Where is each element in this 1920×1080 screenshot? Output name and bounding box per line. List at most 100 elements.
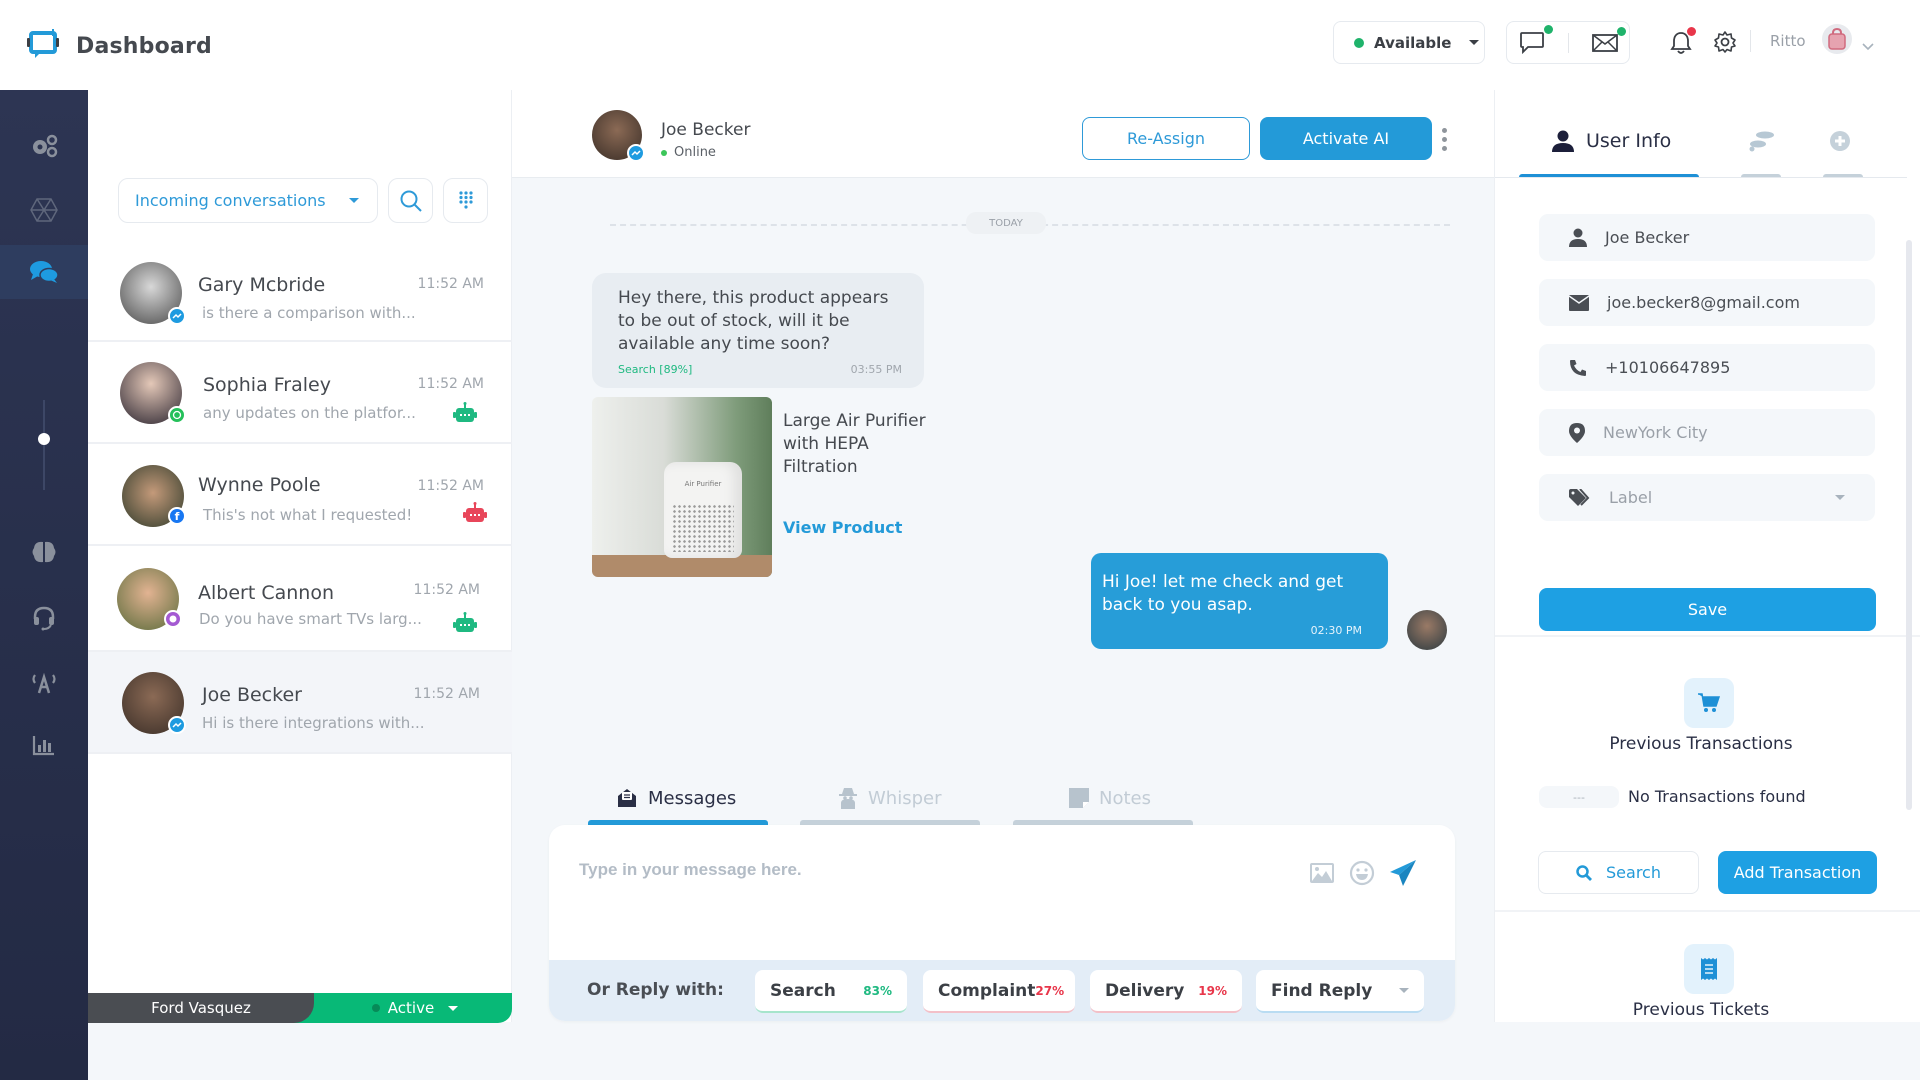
tags-icon (1569, 488, 1590, 506)
nav-slider-track[interactable] (43, 400, 45, 490)
cart-icon-badge (1684, 678, 1734, 728)
nav-item-conversations[interactable] (0, 245, 88, 299)
activate-ai-button[interactable]: Activate AI (1260, 117, 1432, 160)
inbox-icons-group (1506, 21, 1630, 64)
more-options-icon[interactable] (1442, 128, 1447, 151)
chat-button[interactable] (1519, 24, 1553, 55)
tab-whisper[interactable]: Whisper (838, 784, 942, 812)
conversation-time: 11:52 AM (413, 582, 480, 598)
bot-active-icon (452, 402, 478, 428)
conversation-item[interactable]: Sophia Fraley 11:52 AM any updates on th… (88, 342, 512, 444)
caret-down-icon (1469, 40, 1480, 45)
conversation-item[interactable]: Gary Mcbride 11:52 AM is there a compari… (88, 240, 512, 342)
conversation-item[interactable]: Joe Becker 11:52 AM Hi is there integrat… (88, 652, 512, 754)
label-dropdown[interactable]: Label (1539, 474, 1875, 521)
bot-active-icon (452, 612, 478, 638)
add-transaction-button[interactable]: Add Transaction (1718, 851, 1877, 894)
message-time: 03:55 PM (850, 363, 902, 376)
mail-badge (1616, 26, 1626, 36)
conversation-preview: This's not what I requested! (203, 506, 413, 524)
tab-label: Notes (1099, 787, 1151, 809)
messenger-icon (627, 144, 645, 162)
gear-icon (1714, 31, 1736, 53)
user-info-scrollbar[interactable] (1906, 240, 1912, 810)
tab-notes[interactable]: Notes (1069, 784, 1151, 812)
emoji-button[interactable] (1349, 860, 1375, 890)
conversation-filter-dropdown[interactable]: Incoming conversations (118, 178, 378, 223)
notifications-button[interactable] (1670, 27, 1696, 56)
brand[interactable]: Dashboard (26, 28, 212, 64)
agent-avatar (1407, 610, 1447, 650)
shopping-cart-icon (1698, 693, 1720, 712)
settings-button[interactable] (1713, 30, 1737, 54)
nav-item-broadcast[interactable] (0, 654, 88, 710)
caret-down-icon (448, 1005, 459, 1011)
contact-name: Albert Cannon (198, 582, 334, 604)
agent-status-bar: Ford Vasquez Active (88, 993, 512, 1023)
mail-icon (1591, 33, 1618, 52)
conversation-item[interactable]: f Wynne Poole 11:52 AM This's not what I… (88, 444, 512, 546)
facebook-icon: f (168, 507, 186, 525)
user-name[interactable]: Ritto (1770, 32, 1806, 50)
conversation-time: 11:52 AM (417, 276, 484, 292)
tab-add[interactable] (1829, 130, 1851, 152)
search-conversations-button[interactable] (388, 178, 433, 223)
bar-chart-icon (32, 736, 54, 756)
logo-icon (26, 28, 60, 64)
save-button[interactable]: Save (1539, 588, 1876, 631)
conversation-time: 11:52 AM (413, 686, 480, 702)
tab-messages[interactable]: Messages (616, 784, 736, 812)
quick-reply-complaint[interactable]: Complaint 27% (923, 970, 1075, 1013)
quick-reply-delivery[interactable]: Delivery 19% (1090, 970, 1242, 1013)
product-image[interactable]: Air Purifier (592, 397, 772, 577)
reassign-button[interactable]: Re-Assign (1082, 117, 1250, 160)
transactions-placeholder: --- (1539, 786, 1619, 808)
agent-status-label: Active (387, 999, 435, 1017)
availability-dropdown[interactable]: Available (1333, 21, 1485, 64)
receipt-icon (1701, 958, 1717, 980)
plus-circle-icon (1830, 131, 1850, 151)
location-field[interactable]: NewYork City (1539, 409, 1875, 456)
mail-button[interactable] (1591, 26, 1626, 53)
nav-item-analytics[interactable] (0, 717, 88, 773)
conversation-item[interactable]: Albert Cannon 11:52 AM Do you have smart… (88, 546, 512, 652)
name-field[interactable]: Joe Becker (1539, 214, 1875, 261)
emoji-icon (1349, 860, 1375, 886)
search-transactions-button[interactable]: Search (1538, 851, 1699, 894)
quick-reply-confidence: 19% (1198, 983, 1227, 998)
find-reply-dropdown[interactable]: Find Reply (1256, 970, 1424, 1013)
divider (1750, 30, 1751, 52)
image-icon (1310, 863, 1334, 883)
quick-reply-search[interactable]: Search 83% (755, 970, 907, 1013)
contact-name: Joe Becker (661, 120, 751, 140)
send-button[interactable] (1389, 859, 1417, 891)
message-input[interactable] (579, 860, 1279, 880)
phone-field[interactable]: +10106647895 (1539, 344, 1875, 391)
date-divider: TODAY (966, 212, 1046, 234)
send-icon (1390, 860, 1416, 886)
attach-image-button[interactable] (1309, 862, 1335, 888)
tab-journey[interactable] (1747, 130, 1775, 152)
nav-slider-handle[interactable] (38, 433, 50, 445)
user-avatar[interactable] (1822, 24, 1852, 54)
tab-label: Messages (648, 787, 737, 809)
intent-tag[interactable]: Search [89%] (618, 363, 692, 376)
view-product-link[interactable]: View Product (783, 518, 902, 537)
conversation-preview: Hi is there integrations with... (202, 714, 425, 732)
nav-item-settings[interactable] (0, 118, 88, 174)
search-icon (400, 190, 422, 212)
previous-tickets-title: Previous Tickets (1632, 1000, 1770, 1020)
chevron-down-icon[interactable] (1862, 36, 1874, 55)
conversation-preview: Do you have smart TVs larg... (199, 610, 422, 628)
nav-item-ai[interactable] (0, 524, 88, 580)
compose-box: Or Reply with: Search 83% Complaint 27% … (549, 825, 1455, 1021)
dialpad-button[interactable] (443, 178, 488, 223)
email-field[interactable]: joe.becker8@gmail.com (1539, 279, 1875, 326)
tab-user-info[interactable]: User Info (1552, 130, 1671, 152)
tabs-divider (1495, 177, 1907, 178)
agent-status-dropdown[interactable]: Active (288, 993, 512, 1023)
purifier-grill (672, 504, 734, 552)
nav-item-integrations[interactable] (0, 182, 88, 238)
nav-item-support[interactable] (0, 590, 88, 646)
quick-reply-label: Complaint (938, 980, 1036, 1001)
